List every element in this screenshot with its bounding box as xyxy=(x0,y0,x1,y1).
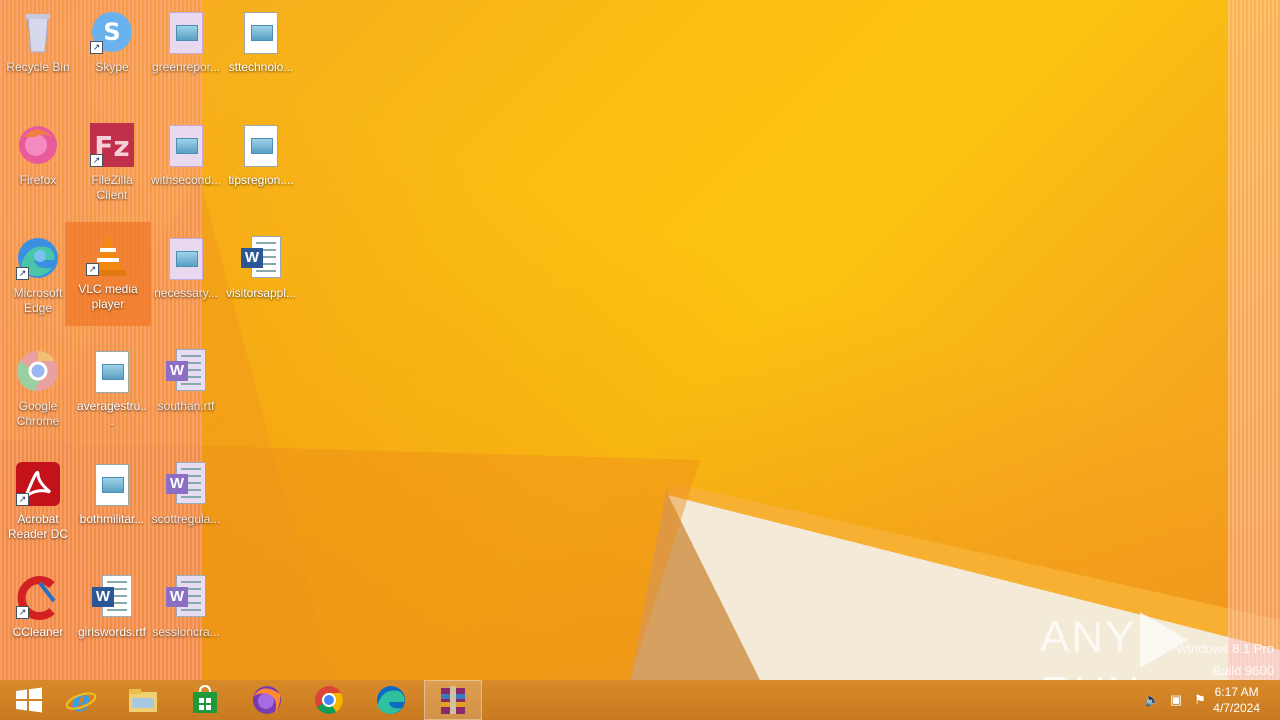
chrome-icon xyxy=(315,686,343,714)
word-document-icon: W xyxy=(162,460,210,508)
shortcut-arrow-icon: ↗ xyxy=(86,263,99,276)
desktop-icon-girlswords[interactable]: W girlswords.rtf xyxy=(74,565,150,671)
desktop-icon-label: sttechnolo... xyxy=(228,60,294,74)
winrar-icon xyxy=(441,686,465,714)
word-document-icon: W xyxy=(162,347,210,395)
desktop-icon-label: averagestru... xyxy=(76,399,148,428)
desktop-icon-scottregula[interactable]: W scottregula... xyxy=(148,452,224,558)
taskbar-chrome[interactable] xyxy=(300,680,358,720)
shortcut-arrow-icon: ↗ xyxy=(16,493,29,506)
desktop-icon-ccleaner[interactable]: ↗ CCleaner xyxy=(0,565,76,671)
recycle-bin-icon xyxy=(14,8,62,56)
desktop-icon-label: FileZilla Client xyxy=(91,173,133,202)
image-file-icon xyxy=(162,234,210,282)
shortcut-arrow-icon: ↗ xyxy=(90,41,103,54)
desktop-icon-recycle-bin[interactable]: Recycle Bin xyxy=(0,0,76,106)
image-file-icon xyxy=(162,121,210,169)
desktop-icon-label: Skype xyxy=(95,60,129,74)
taskbar: e xyxy=(0,680,1280,720)
os-build: Build 9600 xyxy=(1212,663,1274,678)
network-icon[interactable]: ▣ xyxy=(1168,692,1184,708)
desktop-icon-necessary[interactable]: necessary... xyxy=(148,226,224,332)
vlc-cone-icon: ↗ xyxy=(84,230,132,278)
desktop-icon-visitorsappl[interactable]: W visitorsappl... xyxy=(223,226,299,332)
desktop-icon-averagestru[interactable]: averagestru... xyxy=(74,339,150,445)
edge-icon: ↗ xyxy=(14,234,62,282)
desktop-icon-label: CCleaner xyxy=(12,625,64,639)
edge-icon xyxy=(377,686,405,714)
clock-time: 6:17 AM xyxy=(1214,685,1259,699)
desktop-icon-tipsregion[interactable]: tipsregion.... xyxy=(223,113,299,219)
desktop-icon-vlc[interactable]: ↗ VLC media player xyxy=(65,222,151,326)
image-file-icon xyxy=(88,460,136,508)
desktop-icon-acrobat[interactable]: ↗ Acrobat Reader DC xyxy=(0,452,76,558)
folder-icon xyxy=(129,689,157,712)
desktop-icon-label: Google Chrome xyxy=(16,399,60,428)
desktop-icon-southan[interactable]: W southan.rtf xyxy=(148,339,224,445)
svg-text:e: e xyxy=(71,684,90,716)
action-center-flag-icon[interactable]: ⚑ xyxy=(1192,692,1208,708)
chrome-icon xyxy=(14,347,62,395)
firefox-icon xyxy=(253,686,281,714)
desktop-icon-label: girlswords.rtf xyxy=(77,625,146,639)
ccleaner-icon: ↗ xyxy=(14,573,62,621)
desktop-icon-label: greenrepor... xyxy=(151,60,221,74)
os-edition: Windows 8.1 Pro xyxy=(1175,641,1274,656)
store-bag-icon xyxy=(193,685,217,713)
start-button[interactable] xyxy=(0,680,58,720)
taskbar-edge[interactable] xyxy=(362,680,420,720)
desktop-icon-filezilla[interactable]: Fz ↗ FileZilla Client xyxy=(74,113,150,219)
desktop-icon-label: visitorsappl... xyxy=(225,286,297,300)
taskbar-winrar[interactable] xyxy=(424,680,482,720)
desktop-icon-label: Acrobat Reader DC xyxy=(7,512,69,541)
desktop-icon-withsecond[interactable]: withsecond... xyxy=(148,113,224,219)
watermark-text-left: ANY xyxy=(1040,612,1137,662)
image-file-icon xyxy=(237,8,285,56)
windows-version-info: Windows 8.1 Pro Build 9600 xyxy=(1176,638,1274,682)
word-document-icon: W xyxy=(237,234,285,282)
desktop-icon-label: Firefox xyxy=(19,173,57,187)
desktop-icon-sttechnolo[interactable]: sttechnolo... xyxy=(223,0,299,106)
taskbar-file-explorer[interactable] xyxy=(114,680,172,720)
taskbar-store[interactable] xyxy=(176,680,234,720)
speaker-icon[interactable]: 🔈 xyxy=(1144,692,1160,708)
word-document-icon: W xyxy=(88,573,136,621)
taskbar-internet-explorer[interactable]: e xyxy=(52,680,110,720)
filezilla-icon: Fz ↗ xyxy=(88,121,136,169)
desktop-icon-label: bothmilitar... xyxy=(79,512,145,526)
desktop-icon-label: sessioncra... xyxy=(152,625,220,639)
desktop-icon-label: scottregula... xyxy=(151,512,221,526)
shortcut-arrow-icon: ↗ xyxy=(16,606,29,619)
image-file-icon xyxy=(88,347,136,395)
shortcut-arrow-icon: ↗ xyxy=(90,154,103,167)
skype-icon: S ↗ xyxy=(88,8,136,56)
image-file-icon xyxy=(237,121,285,169)
shortcut-arrow-icon: ↗ xyxy=(16,267,29,280)
desktop-icon-skype[interactable]: S ↗ Skype xyxy=(74,0,150,106)
acrobat-reader-icon: ↗ xyxy=(14,460,62,508)
desktop-icon-chrome[interactable]: Google Chrome xyxy=(0,339,76,445)
clock-date: 4/7/2024 xyxy=(1213,701,1260,715)
sandbox-overlay-right xyxy=(1228,0,1280,680)
internet-explorer-icon: e xyxy=(65,684,97,716)
taskbar-firefox[interactable] xyxy=(238,680,296,720)
desktop-icon-label: Recycle Bin xyxy=(6,60,70,74)
desktop-icon-label: southan.rtf xyxy=(157,399,215,413)
desktop-icon-greenreport[interactable]: greenrepor... xyxy=(148,0,224,106)
taskbar-clock[interactable]: 6:17 AM 4/7/2024 xyxy=(1213,684,1260,716)
windows-logo-icon xyxy=(16,687,42,713)
desktop-icon-label: VLC media player xyxy=(78,282,138,311)
desktop-icon-bothmilitar[interactable]: bothmilitar... xyxy=(74,452,150,558)
desktop-icon-firefox[interactable]: Firefox xyxy=(0,113,76,219)
desktop-icon-sessioncra[interactable]: W sessioncra... xyxy=(148,565,224,671)
firefox-icon xyxy=(14,121,62,169)
desktop-icon-label: tipsregion.... xyxy=(228,173,294,187)
svg-text:S: S xyxy=(103,18,120,46)
desktop-icon-label: necessary... xyxy=(154,286,218,300)
image-file-icon xyxy=(162,8,210,56)
desktop-icon-label: withsecond... xyxy=(150,173,222,187)
word-document-icon: W xyxy=(162,573,210,621)
